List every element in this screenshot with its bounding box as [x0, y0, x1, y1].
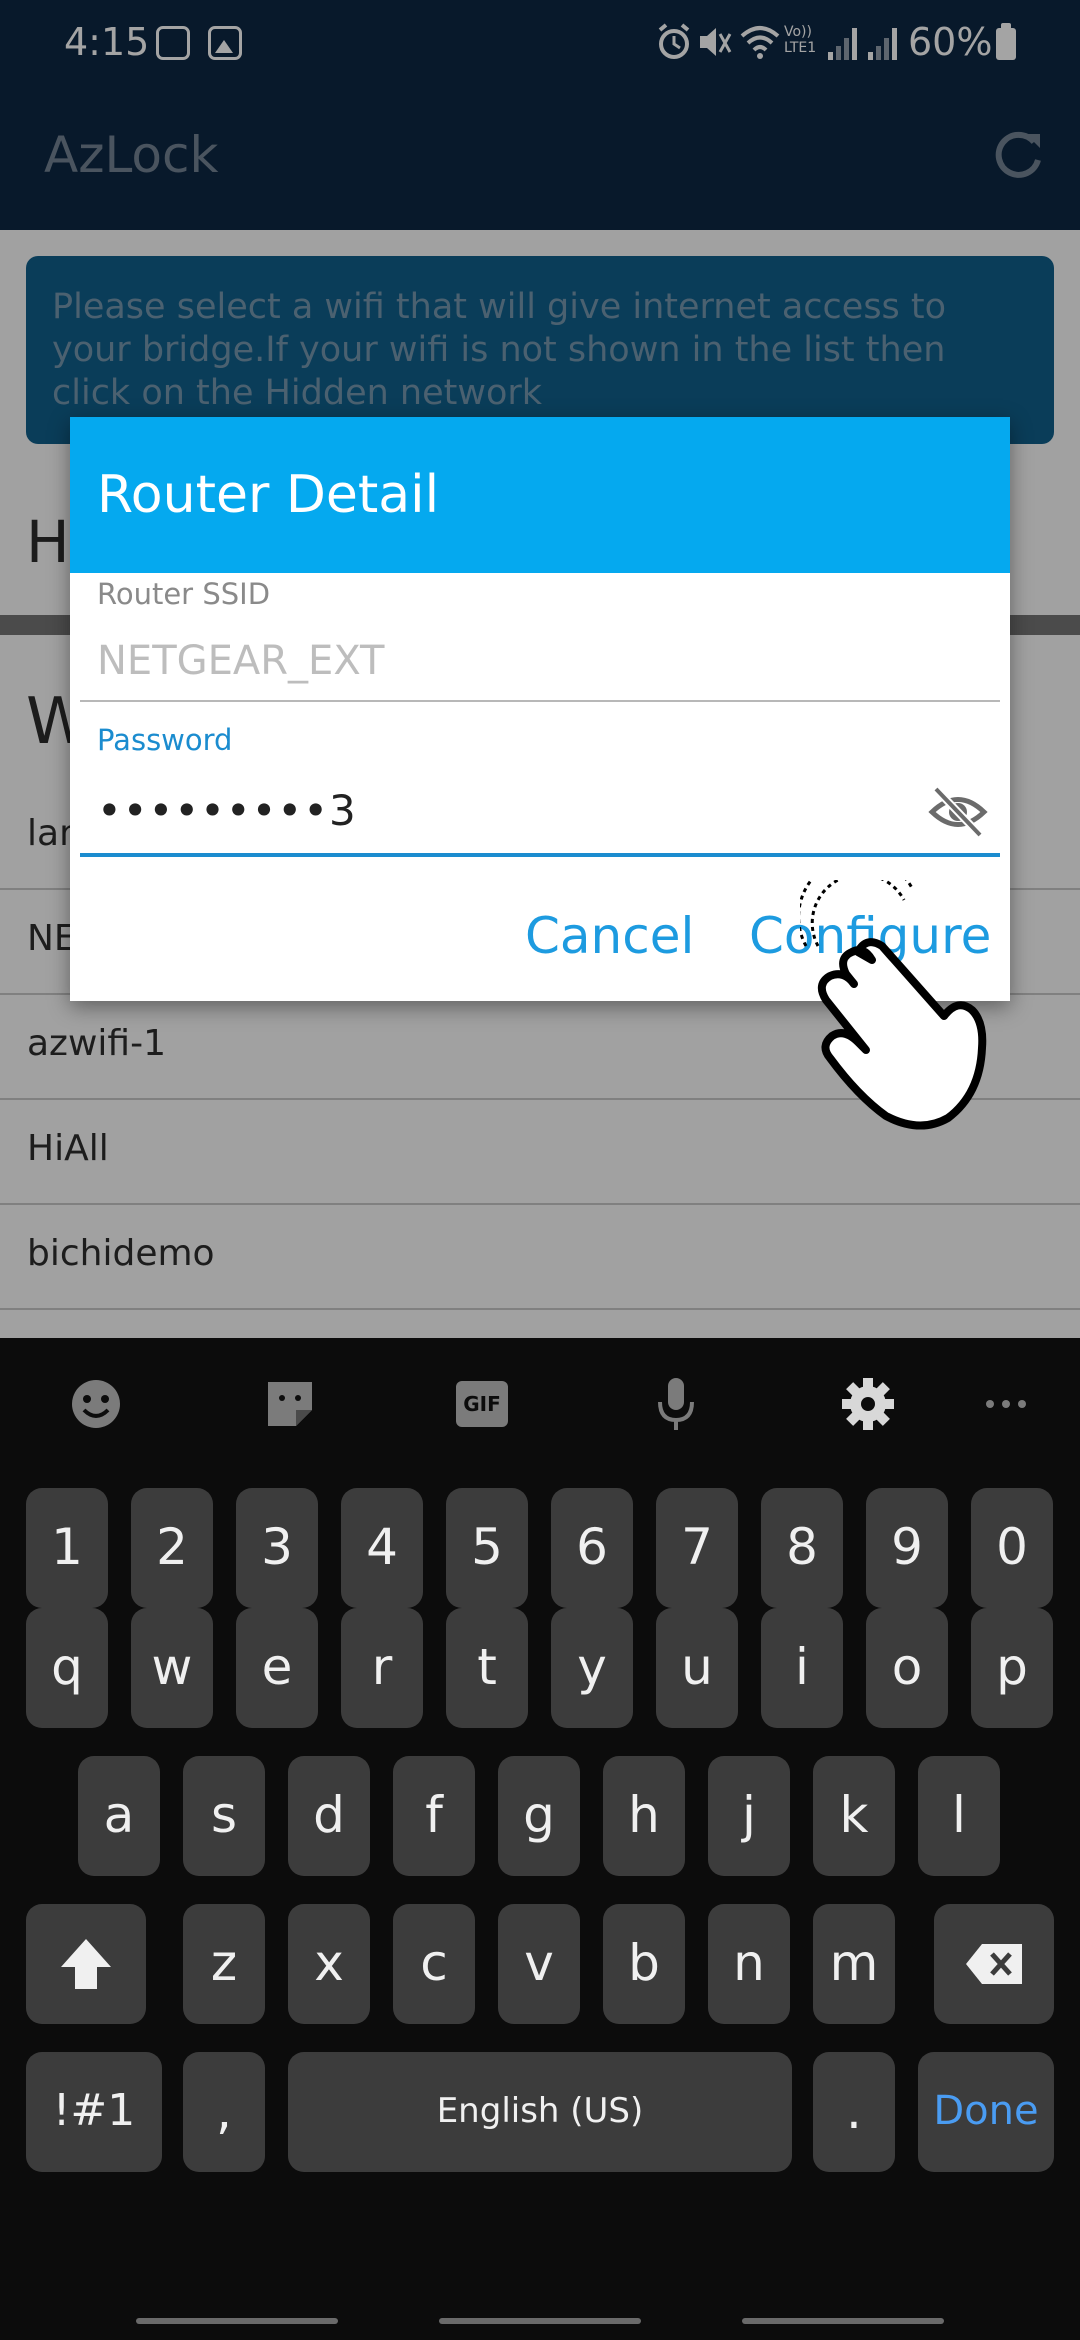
ssid-field[interactable] — [80, 622, 1000, 702]
key-d[interactable]: d — [288, 1756, 370, 1876]
key-e[interactable]: e — [236, 1608, 318, 1728]
password-label: Password — [97, 723, 233, 757]
key-9[interactable]: 9 — [866, 1488, 948, 1608]
ssid-label: Router SSID — [97, 577, 271, 611]
key-q[interactable]: q — [26, 1608, 108, 1728]
symbols-key[interactable]: !#1 — [26, 2052, 162, 2172]
key-0[interactable]: 0 — [971, 1488, 1053, 1608]
gif-icon[interactable]: GIF — [456, 1381, 508, 1427]
key-f[interactable]: f — [393, 1756, 475, 1876]
nav-back-handle[interactable] — [742, 2318, 944, 2324]
key-n[interactable]: n — [708, 1904, 790, 2024]
key-6[interactable]: 6 — [551, 1488, 633, 1608]
key-r[interactable]: r — [341, 1608, 423, 1728]
settings-icon[interactable] — [838, 1374, 898, 1434]
key-o[interactable]: o — [866, 1608, 948, 1728]
nav-home-handle[interactable] — [439, 2318, 641, 2324]
key-3[interactable]: 3 — [236, 1488, 318, 1608]
key-v[interactable]: v — [498, 1904, 580, 2024]
key-l[interactable]: l — [918, 1756, 1000, 1876]
microphone-icon[interactable] — [646, 1374, 706, 1434]
key-p[interactable]: p — [971, 1608, 1053, 1728]
dialog-title: Router Detail — [97, 465, 440, 525]
key-5[interactable]: 5 — [446, 1488, 528, 1608]
space-key[interactable]: English (US) — [288, 2052, 792, 2172]
key-w[interactable]: w — [131, 1608, 213, 1728]
emoji-icon[interactable] — [66, 1374, 126, 1434]
key-m[interactable]: m — [813, 1904, 895, 2024]
sticker-icon[interactable] — [260, 1374, 320, 1434]
key-j[interactable]: j — [708, 1756, 790, 1876]
key-y[interactable]: y — [551, 1608, 633, 1728]
nav-recents-handle[interactable] — [136, 2318, 338, 2324]
comma-key[interactable]: , — [183, 2052, 265, 2172]
key-4[interactable]: 4 — [341, 1488, 423, 1608]
more-icon[interactable] — [976, 1374, 1036, 1434]
backspace-key[interactable] — [934, 1904, 1054, 2024]
key-u[interactable]: u — [656, 1608, 738, 1728]
key-a[interactable]: a — [78, 1756, 160, 1876]
tap-hand-icon — [800, 880, 987, 1130]
key-x[interactable]: x — [288, 1904, 370, 2024]
period-key[interactable]: . — [813, 2052, 895, 2172]
key-2[interactable]: 2 — [131, 1488, 213, 1608]
shift-key[interactable] — [26, 1904, 146, 2024]
key-i[interactable]: i — [761, 1608, 843, 1728]
backspace-icon — [966, 1944, 1022, 1984]
cancel-button[interactable]: Cancel — [525, 907, 694, 965]
key-t[interactable]: t — [446, 1608, 528, 1728]
done-key[interactable]: Done — [918, 2052, 1054, 2172]
password-field[interactable] — [80, 767, 1000, 857]
key-s[interactable]: s — [183, 1756, 265, 1876]
shift-arrow-icon — [61, 1939, 111, 1989]
dialog-header: Router Detail — [70, 417, 1010, 573]
key-k[interactable]: k — [813, 1756, 895, 1876]
key-g[interactable]: g — [498, 1756, 580, 1876]
key-1[interactable]: 1 — [26, 1488, 108, 1608]
key-h[interactable]: h — [603, 1756, 685, 1876]
key-c[interactable]: c — [393, 1904, 475, 2024]
key-b[interactable]: b — [603, 1904, 685, 2024]
visibility-off-icon[interactable] — [928, 785, 988, 839]
soft-keyboard: GIF 1 2 3 4 5 6 7 8 9 0 q w e r t y u i … — [0, 1338, 1080, 2340]
key-8[interactable]: 8 — [761, 1488, 843, 1608]
key-7[interactable]: 7 — [656, 1488, 738, 1608]
key-z[interactable]: z — [183, 1904, 265, 2024]
